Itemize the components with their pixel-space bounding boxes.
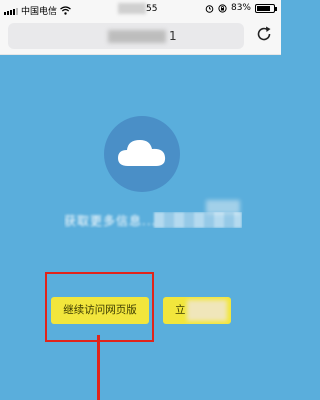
- message-redaction: [154, 212, 242, 228]
- browser-toolbar: 1: [0, 18, 281, 55]
- status-bar: 中国电信 55 83%: [0, 0, 281, 18]
- carrier-label: 中国电信: [21, 7, 58, 17]
- message-line: 获取更多信息...: [64, 212, 242, 228]
- clock: 55: [118, 3, 166, 15]
- open-app-label: 立: [175, 304, 186, 316]
- status-right: 83%: [205, 3, 277, 13]
- address-bar[interactable]: 1: [8, 23, 244, 49]
- annotation-arrow: [97, 335, 100, 400]
- battery-fill: [257, 5, 271, 11]
- url-redaction: [108, 30, 166, 43]
- cloud-badge: [104, 116, 180, 192]
- reload-icon[interactable]: [254, 24, 274, 44]
- lock-rotation-icon: [218, 3, 227, 13]
- clock-redaction: [118, 3, 146, 14]
- clock-text: 55: [146, 4, 158, 14]
- open-app-button[interactable]: 立: [163, 297, 231, 324]
- battery-icon: [255, 3, 277, 13]
- continue-web-button[interactable]: 继续访问网页版: [51, 297, 149, 324]
- cloud-icon: [118, 140, 166, 166]
- signal-icon: [4, 7, 18, 15]
- battery-percent: 83%: [230, 3, 251, 13]
- status-left: 中国电信: [4, 4, 71, 17]
- url-text: 1: [169, 29, 177, 43]
- button-redaction: [187, 300, 227, 321]
- wifi-icon: [60, 6, 71, 15]
- alarm-icon: [205, 4, 214, 13]
